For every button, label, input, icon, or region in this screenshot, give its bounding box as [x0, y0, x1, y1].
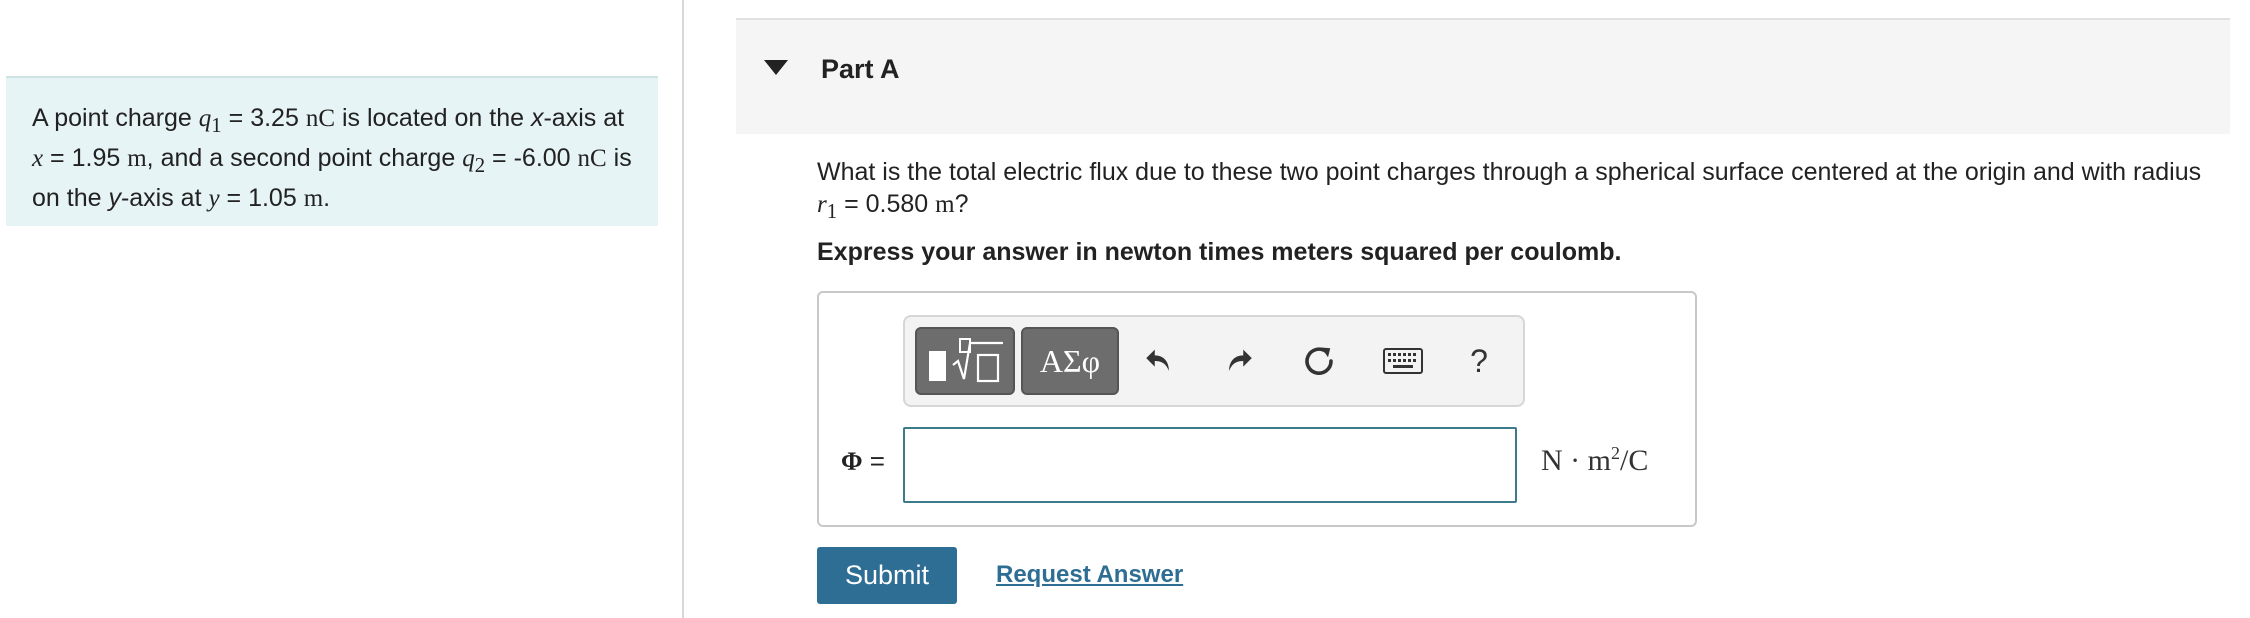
undo-button[interactable]: [1131, 331, 1187, 391]
problem-text: is located on the: [335, 104, 531, 132]
answer-box: ΑΣφ ? Φ = N · m2/C: [817, 291, 1697, 527]
problem-text: = 1.95: [43, 144, 128, 172]
templates-button[interactable]: [915, 327, 1015, 395]
part-title: Part A: [821, 54, 900, 84]
problem-text: = 1.05: [219, 184, 304, 212]
var-r1-subscript: 1: [826, 199, 838, 223]
reset-button[interactable]: [1291, 331, 1347, 391]
phi-symbol: Φ: [841, 447, 863, 476]
var-x: x: [32, 145, 44, 172]
keyboard-button[interactable]: [1375, 331, 1431, 391]
answer-instruction: Express your answer in newton times mete…: [817, 238, 1622, 266]
problem-text: = -6.00: [485, 144, 578, 172]
x-axis-label: x: [530, 104, 544, 132]
undo-icon: [1146, 349, 1169, 371]
unit-nc: nC: [577, 145, 607, 172]
math-toolbar: ΑΣφ ?: [903, 315, 1525, 407]
redo-icon: [1229, 349, 1252, 371]
answer-unit: N · m2/C: [1541, 443, 1648, 478]
question-text-part: = 0.580: [837, 190, 936, 218]
y-axis-label: y: [108, 184, 121, 212]
templates-icon: [929, 338, 1003, 383]
problem-statement: A point charge q1 = 3.25 nC is located o…: [6, 76, 658, 226]
equals-sign: =: [862, 446, 885, 476]
redo-button[interactable]: [1211, 331, 1267, 391]
question-text-part: What is the total electric flux due to t…: [817, 158, 2202, 186]
var-q1: q: [198, 105, 212, 132]
unit-nc: nC: [305, 105, 336, 132]
left-panel: A point charge q1 = 3.25 nC is located o…: [0, 0, 683, 618]
unit-m: m: [127, 145, 147, 172]
panel-divider: [682, 0, 684, 618]
answer-variable-label: Φ =: [841, 446, 885, 477]
problem-text: -axis at: [543, 104, 625, 132]
question-text-part: ?: [954, 190, 969, 218]
collapse-caret-icon[interactable]: [764, 60, 788, 75]
var-q2: q: [462, 145, 475, 172]
var-q2-subscript: 2: [474, 153, 486, 177]
answer-input[interactable]: [903, 427, 1517, 503]
symbols-button[interactable]: ΑΣφ: [1021, 327, 1119, 395]
problem-text: , and a second point charge: [146, 144, 463, 172]
unit-text: N · m: [1541, 444, 1611, 477]
unit-exponent: 2: [1611, 443, 1620, 463]
part-header[interactable]: Part A: [736, 18, 2230, 134]
unit-m: m: [303, 185, 324, 212]
keyboard-icon: [1383, 348, 1423, 374]
reset-icon: [1305, 347, 1333, 375]
question-text: What is the total electric flux due to t…: [817, 156, 2207, 227]
unit-m: m: [935, 191, 955, 218]
request-answer-link[interactable]: Request Answer: [996, 561, 1183, 589]
var-r1: r: [817, 191, 827, 218]
unit-text: /C: [1620, 444, 1649, 477]
submit-button[interactable]: Submit: [817, 547, 957, 604]
problem-text: = 3.25: [221, 104, 306, 132]
problem-text: .: [323, 184, 331, 212]
var-q1-subscript: 1: [211, 113, 222, 137]
problem-text: A point charge: [32, 104, 199, 132]
help-button[interactable]: ?: [1451, 331, 1507, 391]
var-y: y: [208, 185, 220, 212]
problem-text: -axis at: [120, 184, 209, 212]
